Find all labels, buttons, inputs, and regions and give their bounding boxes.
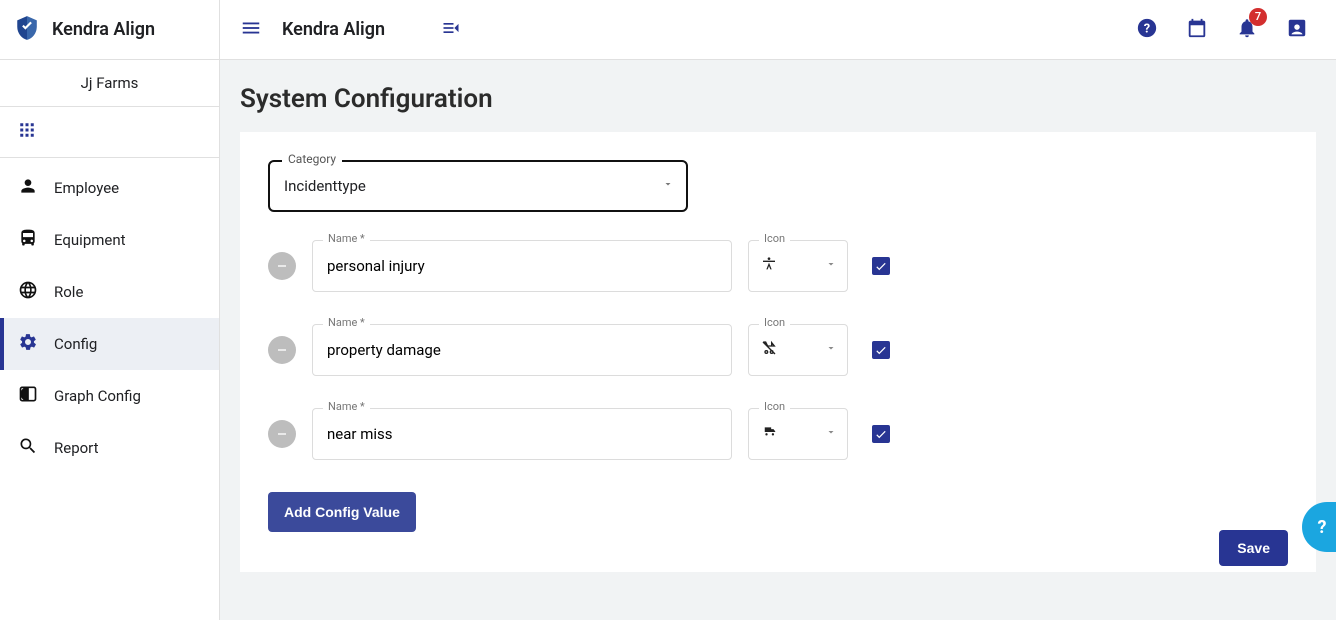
sidebar-item-config[interactable]: Config [0,318,219,370]
icon-select[interactable]: Icon [748,324,848,376]
sidebar-item-label: Role [54,283,83,301]
remove-button[interactable] [268,252,296,280]
topbar-title: Kendra Align [282,19,385,40]
topbar: Kendra Align ? 7 [220,0,1336,60]
person-icon [18,176,38,200]
page-title: System Configuration [240,84,1316,114]
brand-name: Kendra Align [52,19,155,40]
main: Kendra Align ? 7 [220,0,1336,620]
notifications-badge: 7 [1249,8,1267,26]
apps-launcher[interactable] [0,107,219,158]
name-label: Name * [323,316,370,329]
sidebar-item-equipment[interactable]: Equipment [0,214,219,266]
sidebar-item-label: Graph Config [54,387,141,405]
row-checkbox[interactable] [872,425,890,443]
name-input-wrapper: Name * [312,324,732,376]
category-select[interactable]: Category Incidenttype [268,160,688,212]
globe-icon [18,280,38,304]
shipping-icon [761,425,779,443]
row-checkbox[interactable] [872,341,890,359]
save-button[interactable]: Save [1219,530,1288,566]
calendar-icon[interactable] [1186,17,1208,43]
sidebar-item-role[interactable]: Role [0,266,219,318]
category-label: Category [282,152,342,166]
sidebar-item-report[interactable]: Report [0,422,219,474]
name-label: Name * [323,232,370,245]
search-icon [18,436,38,460]
menu-open-icon[interactable] [441,18,461,42]
config-row: Name * Icon [268,324,1288,376]
icon-select[interactable]: Icon [748,240,848,292]
chevron-down-icon [662,178,674,194]
name-input[interactable] [325,340,719,360]
notifications-icon[interactable]: 7 [1236,17,1258,43]
sidebar-item-graph-config[interactable]: Graph Config [0,370,219,422]
shield-icon [14,15,40,45]
stroller-off-icon [761,340,777,360]
contrast-icon [18,384,38,408]
icon-select[interactable]: Icon [748,408,848,460]
icon-label: Icon [759,400,790,413]
icon-label: Icon [759,232,790,245]
chevron-down-icon [825,258,837,274]
config-card: Category Incidenttype Name * [240,132,1316,572]
sidebar-item-label: Report [54,439,99,457]
chevron-down-icon [825,342,837,358]
apps-icon [18,127,36,143]
svg-text:?: ? [1144,21,1150,36]
remove-button[interactable] [268,336,296,364]
org-name: Jj Farms [0,60,219,107]
sidebar-item-label: Config [54,335,97,353]
add-config-button[interactable]: Add Config Value [268,492,416,532]
row-checkbox[interactable] [872,257,890,275]
sidebar-item-employee[interactable]: Employee [0,162,219,214]
bus-icon [18,228,38,252]
name-input[interactable] [325,256,719,276]
config-row: Name * Icon [268,240,1288,292]
icon-label: Icon [759,316,790,329]
config-row: Name * Icon [268,408,1288,460]
name-input-wrapper: Name * [312,240,732,292]
sidebar: Kendra Align Jj Farms Employee Equipment… [0,0,220,620]
help-icon[interactable]: ? [1136,17,1158,43]
accessibility-icon [761,256,777,276]
name-input-wrapper: Name * [312,408,732,460]
brand: Kendra Align [0,0,219,60]
category-value: Incidenttype [284,177,366,195]
name-label: Name * [323,400,370,413]
chevron-down-icon [825,426,837,442]
sidebar-item-label: Equipment [54,231,126,249]
sidebar-item-label: Employee [54,179,119,197]
settings-icon [18,332,38,356]
remove-button[interactable] [268,420,296,448]
account-icon[interactable] [1286,17,1308,43]
name-input[interactable] [325,424,719,444]
menu-icon[interactable] [240,17,262,43]
